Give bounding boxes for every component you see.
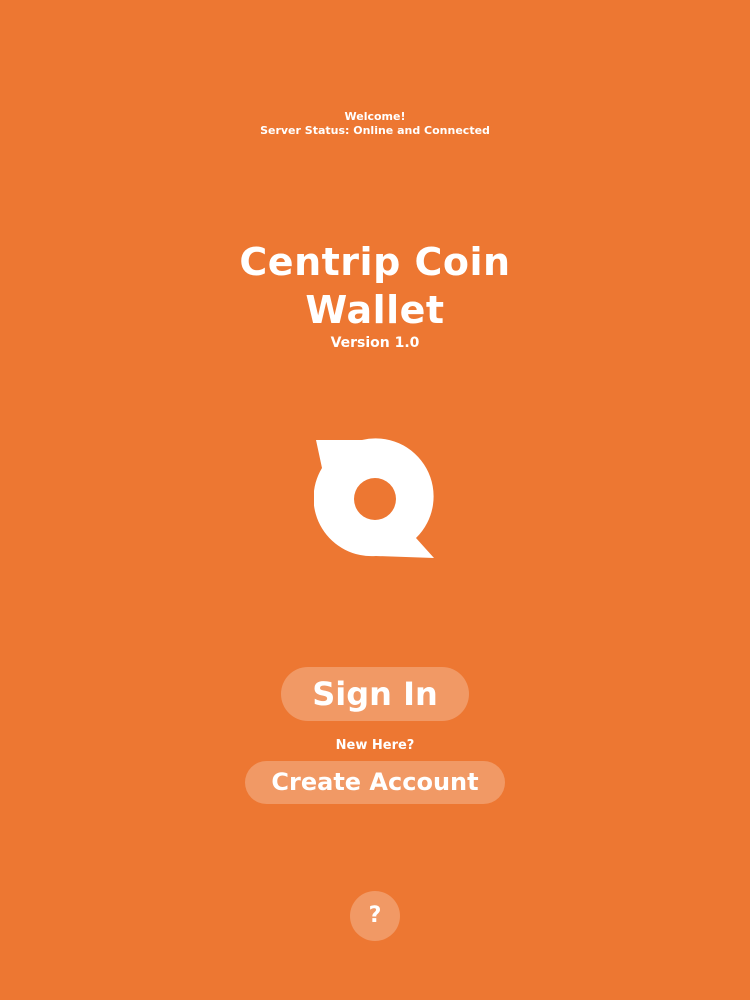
app-title-line-2: Wallet [305,288,445,332]
centrip-coin-logo-icon [314,438,434,558]
app-version: Version 1.0 [330,335,420,351]
app-title-block: Centrip Coin Wallet Version 1.0 [0,238,750,352]
sign-in-button[interactable]: Sign In [281,667,469,721]
create-account-button[interactable]: Create Account [245,761,505,804]
welcome-text: Welcome! [344,110,406,123]
server-status-text: Server Status: Online and Connected [260,124,490,137]
new-here-label: New Here? [335,738,415,753]
welcome-screen: Welcome! Server Status: Online and Conne… [0,0,750,1000]
help-button[interactable]: ? [350,891,400,941]
app-title-line-1: Centrip Coin [239,240,511,284]
status-header: Welcome! Server Status: Online and Conne… [0,110,750,138]
logo-ring [314,438,434,558]
